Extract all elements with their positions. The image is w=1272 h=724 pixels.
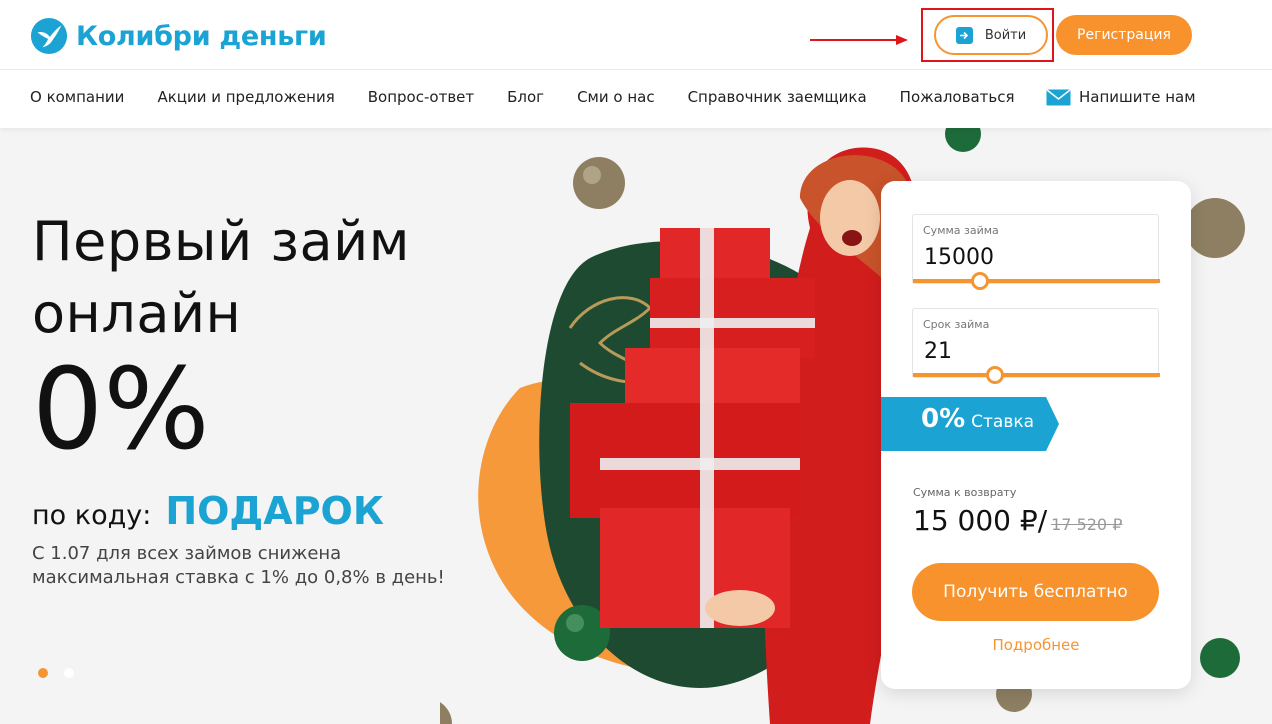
register-button[interactable]: Регистрация	[1056, 15, 1192, 55]
nav-item-complaint[interactable]: Пожаловаться	[900, 88, 1015, 110]
login-button[interactable]: Войти	[934, 15, 1048, 55]
main-nav: О компании Акции и предложения Вопрос-от…	[30, 88, 1014, 110]
write-us-label: Напишите нам	[1079, 88, 1196, 106]
amount-label: Сумма займа	[923, 224, 999, 237]
amount-field[interactable]: Сумма займа 15000	[912, 214, 1160, 290]
hero-title: Первый займ онлайн	[32, 206, 410, 350]
login-label: Войти	[984, 27, 1027, 43]
return-amount-line: 15 000 ₽/ 17 520 ₽	[913, 504, 1122, 537]
logo[interactable]: Колибри деньги	[30, 16, 327, 56]
nav-item-promotions[interactable]: Акции и предложения	[157, 88, 334, 110]
promo-code-value: ПОДАРОК	[165, 489, 384, 533]
rate-label: Ставка	[971, 412, 1035, 432]
rate-percent: 0%	[921, 404, 966, 434]
header-divider	[0, 69, 1272, 70]
nav-item-media[interactable]: Сми о нас	[577, 88, 655, 110]
slide-dot-2[interactable]	[64, 668, 74, 678]
nav-item-faq[interactable]: Вопрос-ответ	[368, 88, 474, 110]
hero-banner: Первый займ онлайн 0% по коду: ПОДАРОК С…	[0, 128, 1272, 724]
rate-text: 0% Ставка	[921, 404, 1034, 434]
hero-subtext: С 1.07 для всех займов снижена максималь…	[32, 543, 445, 588]
slide-dot-1[interactable]	[38, 668, 48, 678]
return-amount: 15 000 ₽/	[913, 504, 1048, 537]
hero-title-line1: Первый займ	[32, 210, 410, 273]
hero-percent: 0%	[32, 345, 210, 475]
term-slider-knob[interactable]	[985, 366, 1004, 384]
site-header: Колибри деньги Войти Регистрация О компа…	[0, 0, 1272, 128]
more-link[interactable]: Подробнее	[881, 636, 1191, 654]
amount-slider-track[interactable]	[913, 279, 1160, 283]
loan-calculator: Сумма займа 15000 Срок займа 21 0% Ставк…	[881, 181, 1191, 689]
promo-code-label: по коду:	[32, 500, 152, 531]
term-value: 21	[924, 339, 952, 364]
get-loan-button[interactable]: Получить бесплатно	[912, 563, 1159, 621]
mail-icon	[1046, 88, 1071, 105]
amount-slider-knob[interactable]	[970, 272, 989, 290]
login-arrow-icon	[955, 26, 973, 44]
return-label: Сумма к возврату	[913, 486, 1017, 499]
nav-item-blog[interactable]: Блог	[507, 88, 544, 110]
return-old-amount: 17 520 ₽	[1051, 515, 1123, 534]
term-label: Срок займа	[923, 318, 990, 331]
amount-value: 15000	[924, 245, 994, 270]
nav-item-about[interactable]: О компании	[30, 88, 124, 110]
hummingbird-logo-icon	[30, 17, 68, 55]
hero-title-line2: онлайн	[32, 282, 242, 345]
logo-text: Колибри деньги	[76, 20, 327, 52]
annotation-arrow-icon	[810, 35, 908, 45]
slider-dots	[38, 668, 74, 678]
promo-code-line: по коду: ПОДАРОК	[32, 489, 384, 533]
nav-item-handbook[interactable]: Справочник заемщика	[688, 88, 867, 110]
term-field[interactable]: Срок займа 21	[912, 308, 1160, 384]
write-us-link[interactable]: Напишите нам	[1046, 88, 1196, 106]
term-slider-track[interactable]	[913, 373, 1160, 377]
